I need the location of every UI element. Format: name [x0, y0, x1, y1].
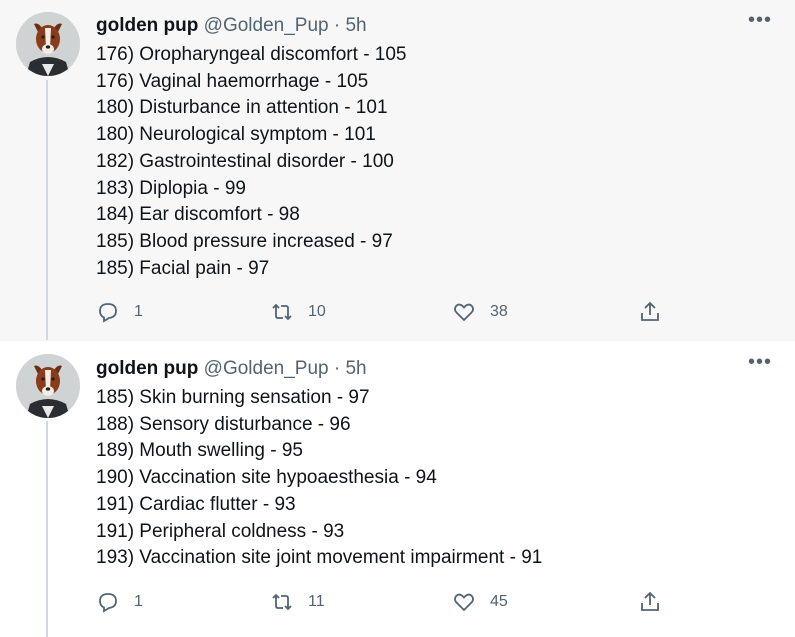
- reply-icon: [99, 593, 117, 613]
- like-button[interactable]: 45: [452, 587, 508, 617]
- tweet-line: 185) Skin burning sensation - 97: [96, 387, 370, 408]
- reply-count: 1: [134, 303, 143, 320]
- tweet-line: 184) Ear discomfort - 98: [96, 204, 300, 226]
- tweet-header: golden pup @Golden_Pup · 5h: [96, 357, 367, 381]
- separator-dot: ·: [333, 358, 341, 379]
- timestamp[interactable]: 5h: [345, 358, 366, 379]
- author-name[interactable]: golden pup: [96, 15, 198, 36]
- reply-button[interactable]: 1: [96, 297, 143, 327]
- author-name[interactable]: golden pup: [96, 358, 198, 379]
- retweet-button[interactable]: 10: [270, 297, 326, 327]
- tweet-line: 185) Facial pain - 97: [96, 257, 270, 279]
- reply-icon: [99, 303, 117, 323]
- tweet-line: 189) Mouth swelling - 95: [96, 440, 303, 462]
- share-icon: [641, 301, 659, 321]
- dog-avatar-image: [16, 12, 80, 76]
- tweet-actions: 1 11 45: [96, 587, 676, 617]
- retweet-count: 11: [308, 593, 325, 610]
- like-count: 38: [490, 303, 508, 320]
- retweet-button[interactable]: 11: [270, 587, 325, 617]
- more-horizontal-icon[interactable]: •••: [746, 10, 774, 32]
- share-button[interactable]: [638, 297, 662, 327]
- retweet-icon: [272, 593, 292, 611]
- tweet-line: 176) Oropharyngeal discomfort - 105: [96, 44, 407, 65]
- tweet-line: 188) Sensory disturbance - 96: [96, 413, 351, 435]
- avatar[interactable]: [16, 354, 80, 418]
- tweet[interactable]: golden pup @Golden_Pup · 5h 185) Skin bu…: [0, 341, 795, 637]
- like-button[interactable]: 38: [452, 297, 508, 327]
- author-handle[interactable]: @Golden_Pup: [204, 358, 329, 379]
- tweet-line: 191) Cardiac flutter - 93: [96, 493, 296, 515]
- share-icon: [641, 591, 659, 611]
- thread-line: [46, 80, 48, 340]
- tweet-line: 180) Disturbance in attention - 101: [96, 97, 388, 119]
- reply-count: 1: [134, 593, 143, 610]
- more-horizontal-icon[interactable]: •••: [746, 352, 774, 374]
- tweet-line: 185) Blood pressure increased - 97: [96, 230, 393, 252]
- retweet-count: 10: [308, 303, 326, 320]
- heart-icon: [454, 303, 474, 322]
- tweet-line: 191) Peripheral coldness - 93: [96, 520, 345, 542]
- tweet-text: 185) Skin burning sensation - 97 188) Se…: [96, 385, 542, 572]
- tweet[interactable]: golden pup @Golden_Pup · 5h ••• 176) Oro…: [0, 0, 795, 340]
- retweet-icon: [272, 303, 292, 321]
- heart-icon: [454, 593, 474, 612]
- tweet-line: 193) Vaccination site joint movement imp…: [96, 547, 543, 569]
- tweet-text: 176) Oropharyngeal discomfort - 105 176)…: [96, 42, 407, 282]
- tweet-actions: 1 10 38: [96, 297, 676, 327]
- like-count: 45: [490, 593, 508, 610]
- tweet-line: 180) Neurological symptom - 101: [96, 124, 376, 146]
- thread-line: [46, 421, 48, 637]
- tweet-line: 190) Vaccination site hypoaesthesia - 94: [96, 467, 437, 489]
- author-handle[interactable]: @Golden_Pup: [204, 15, 329, 36]
- tweet-line: 176) Vaginal haemorrhage - 105: [96, 70, 369, 92]
- tweet-line: 183) Diplopia - 99: [96, 177, 246, 199]
- tweet-header: golden pup @Golden_Pup · 5h: [96, 14, 367, 38]
- separator-dot: ·: [333, 15, 341, 36]
- share-button[interactable]: [638, 587, 662, 617]
- reply-button[interactable]: 1: [96, 587, 143, 617]
- tweet-line: 182) Gastrointestinal disorder - 100: [96, 150, 394, 172]
- timestamp[interactable]: 5h: [345, 15, 366, 36]
- dog-avatar-image: [16, 354, 80, 418]
- avatar[interactable]: [16, 12, 80, 76]
